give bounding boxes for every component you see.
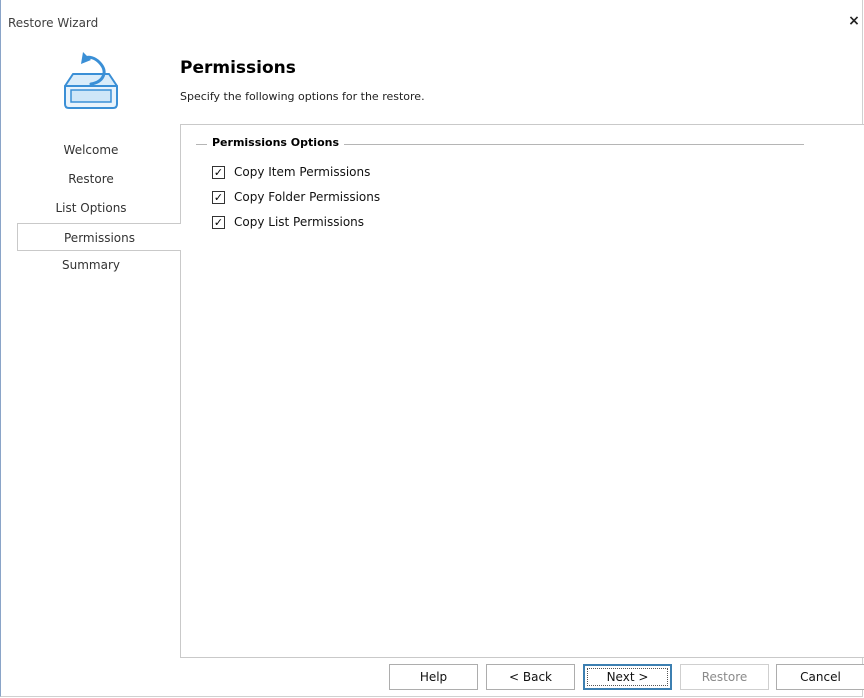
checkbox-copy-item-permissions[interactable]: ✓ <box>212 165 225 179</box>
option-copy-list-permissions[interactable]: ✓ Copy List Permissions <box>212 213 364 231</box>
nav-item-summary[interactable]: Summary <box>1 251 181 280</box>
restore-icon <box>64 52 118 109</box>
option-copy-item-permissions[interactable]: ✓ Copy Item Permissions <box>212 163 370 181</box>
window-title: Restore Wizard <box>8 16 99 30</box>
checkbox-copy-list-permissions[interactable]: ✓ <box>212 215 225 229</box>
wizard-steps-nav: Welcome Restore List Options Permissions… <box>1 136 181 280</box>
checkbox-label: Copy List Permissions <box>234 215 365 229</box>
page-subtitle: Specify the following options for the re… <box>180 90 425 103</box>
restore-wizard-window: Restore Wizard × Permissions Specify the… <box>0 0 864 697</box>
nav-item-welcome[interactable]: Welcome <box>1 136 181 165</box>
nav-item-restore[interactable]: Restore <box>1 165 181 194</box>
checkbox-label: Copy Item Permissions <box>234 165 371 179</box>
option-copy-folder-permissions[interactable]: ✓ Copy Folder Permissions <box>212 188 380 206</box>
next-button[interactable]: Next > <box>583 664 672 690</box>
checkbox-copy-folder-permissions[interactable]: ✓ <box>212 190 225 204</box>
checkbox-label: Copy Folder Permissions <box>234 190 381 204</box>
cancel-button[interactable]: Cancel <box>776 664 864 690</box>
nav-item-permissions[interactable]: Permissions <box>17 223 181 251</box>
close-button[interactable]: × <box>843 10 864 32</box>
back-button[interactable]: < Back <box>486 664 575 690</box>
group-label: Permissions Options <box>207 136 344 149</box>
nav-item-list-options[interactable]: List Options <box>1 194 181 223</box>
restore-button: Restore <box>680 664 769 690</box>
page-title: Permissions <box>180 58 296 78</box>
focus-ring <box>587 668 668 686</box>
help-button[interactable]: Help <box>389 664 478 690</box>
